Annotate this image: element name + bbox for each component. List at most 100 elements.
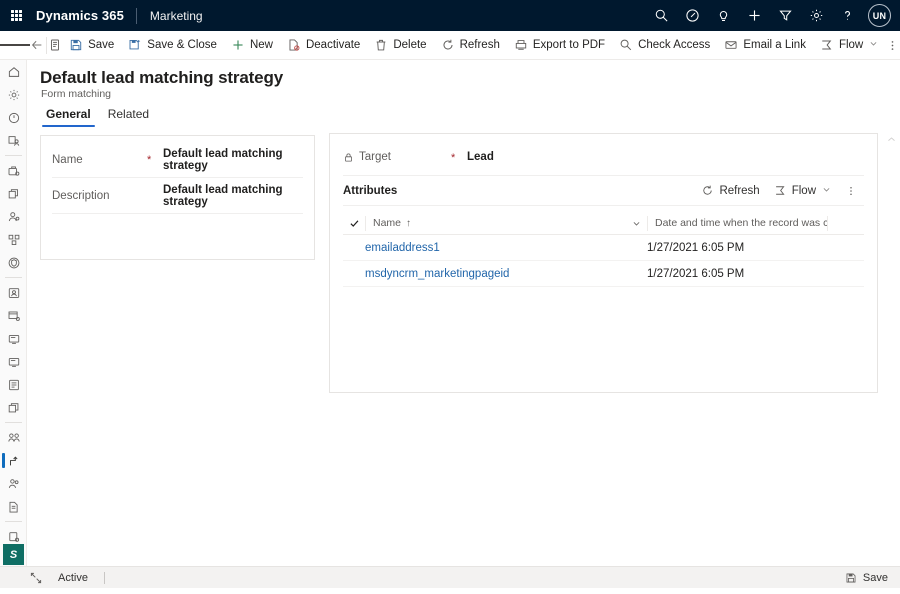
- sidebar-item-marketing-emails[interactable]: [0, 304, 27, 327]
- attributes-flow-button[interactable]: Flow: [767, 179, 838, 203]
- lightbulb-icon[interactable]: [708, 0, 739, 31]
- rail-divider: [5, 422, 22, 423]
- flow-icon: [774, 184, 787, 197]
- attributes-refresh-button[interactable]: Refresh: [694, 179, 766, 203]
- column-header-name[interactable]: Name ↑: [365, 216, 647, 231]
- rail-divider: [5, 155, 22, 156]
- status-save-button[interactable]: Save: [845, 572, 900, 584]
- new-button[interactable]: New: [224, 31, 280, 59]
- grid-header-spacer: [827, 216, 835, 231]
- row-name-link[interactable]: emailaddress1: [365, 242, 647, 254]
- sidebar-item-form-matching[interactable]: [0, 449, 27, 472]
- app-launcher-icon[interactable]: [0, 0, 32, 31]
- sidebar-item-marketing-pages-2[interactable]: [0, 350, 27, 373]
- sidebar-item-teams[interactable]: [0, 472, 27, 495]
- name-field-label: Name: [52, 154, 147, 166]
- scroll-up-indicator[interactable]: [886, 135, 897, 144]
- form-selector-button[interactable]: [47, 31, 62, 59]
- table-row[interactable]: emailaddress1 1/27/2021 6:05 PM: [343, 235, 864, 261]
- top-action-group: UN: [646, 0, 900, 31]
- lock-icon: [343, 152, 354, 163]
- refresh-button[interactable]: Refresh: [434, 31, 507, 59]
- flow-button[interactable]: Flow: [813, 31, 885, 59]
- attributes-more-commands-icon[interactable]: [838, 179, 864, 203]
- command-divider: [46, 37, 47, 54]
- site-map-hamburger-icon[interactable]: [0, 31, 30, 59]
- select-all-checkbox[interactable]: [343, 218, 365, 229]
- area-switcher-badge[interactable]: S: [3, 544, 24, 565]
- name-required-indicator: *: [147, 153, 163, 166]
- new-button-label: New: [250, 39, 273, 51]
- email-a-link-button[interactable]: Email a Link: [717, 31, 813, 59]
- expand-icon[interactable]: [30, 572, 42, 584]
- sidebar-item-templates[interactable]: [0, 396, 27, 419]
- tab-related[interactable]: Related: [102, 107, 155, 127]
- description-field-row: Description Default lead matching strate…: [52, 178, 303, 214]
- export-to-pdf-button[interactable]: Export to PDF: [507, 31, 612, 59]
- column-header-created-on[interactable]: Date and time when the record was create…: [647, 216, 827, 231]
- target-required-indicator: *: [451, 151, 467, 164]
- deactivate-button[interactable]: Deactivate: [280, 31, 367, 59]
- target-field-value[interactable]: Lead: [467, 151, 494, 163]
- attributes-card: Target * Lead Attributes Refresh: [329, 133, 878, 393]
- sidebar-item-reports[interactable]: [0, 495, 27, 518]
- save-button[interactable]: Save: [62, 31, 121, 59]
- refresh-icon: [701, 184, 714, 197]
- export-to-pdf-label: Export to PDF: [533, 39, 605, 51]
- filter-icon[interactable]: [770, 0, 801, 31]
- sidebar-item-recent[interactable]: [0, 106, 27, 129]
- search-icon[interactable]: [646, 0, 677, 31]
- assistant-icon[interactable]: [677, 0, 708, 31]
- sidebar-item-marketing-pages[interactable]: [0, 327, 27, 350]
- sidebar-item-settings[interactable]: [0, 83, 27, 106]
- status-badge: Active: [58, 572, 88, 584]
- email-a-link-label: Email a Link: [743, 39, 806, 51]
- rail-divider: [5, 277, 22, 278]
- brand-title[interactable]: Dynamics 365: [32, 8, 136, 23]
- row-name-link[interactable]: msdyncrm_marketingpageid: [365, 268, 647, 280]
- status-divider: [104, 572, 105, 584]
- name-field-value[interactable]: Default lead matching strategy: [163, 148, 303, 172]
- app-name-label[interactable]: Marketing: [137, 9, 203, 23]
- chevron-down-icon: [822, 185, 831, 197]
- delete-button[interactable]: Delete: [367, 31, 433, 59]
- description-required-indicator: [147, 195, 163, 197]
- check-access-button[interactable]: Check Access: [612, 31, 717, 59]
- check-access-label: Check Access: [638, 39, 710, 51]
- tab-general[interactable]: General: [40, 107, 97, 127]
- description-field-value[interactable]: Default lead matching strategy: [163, 184, 303, 208]
- sidebar-item-home[interactable]: [0, 60, 27, 83]
- waffle-grid: [11, 10, 22, 21]
- sidebar-item-segments[interactable]: [0, 228, 27, 251]
- magnifier-icon: [619, 38, 633, 52]
- attributes-refresh-label: Refresh: [719, 185, 759, 197]
- refresh-icon: [441, 38, 455, 52]
- refresh-button-label: Refresh: [460, 39, 500, 51]
- settings-gear-icon[interactable]: [801, 0, 832, 31]
- sidebar-item-subscription[interactable]: [0, 251, 27, 274]
- more-commands-icon[interactable]: [885, 31, 900, 59]
- sort-ascending-icon: ↑: [406, 218, 411, 229]
- sidebar-item-leads[interactable]: [0, 205, 27, 228]
- chevron-down-icon[interactable]: [632, 219, 647, 228]
- pdf-icon: [514, 38, 528, 52]
- sidebar-item-accounts[interactable]: [0, 159, 27, 182]
- help-question-icon[interactable]: [832, 0, 863, 31]
- flow-button-label: Flow: [839, 39, 863, 51]
- back-button[interactable]: [30, 31, 45, 59]
- sidebar-item-marketing-forms[interactable]: [0, 373, 27, 396]
- chevron-down-icon: [869, 39, 878, 51]
- rail-bottom-group: S: [0, 544, 27, 566]
- sidebar-item-social-posts[interactable]: [0, 426, 27, 449]
- attributes-flow-label: Flow: [792, 185, 816, 197]
- save-and-close-button[interactable]: Save & Close: [121, 31, 224, 59]
- sidebar-item-customer-journeys[interactable]: [0, 281, 27, 304]
- status-left-group: Active: [0, 572, 105, 584]
- avatar[interactable]: UN: [868, 4, 891, 27]
- add-icon[interactable]: [739, 0, 770, 31]
- sidebar-item-pinned[interactable]: [0, 129, 27, 152]
- page-subtitle: Form matching: [41, 88, 111, 100]
- sidebar-item-contacts[interactable]: [0, 182, 27, 205]
- table-row[interactable]: msdyncrm_marketingpageid 1/27/2021 6:05 …: [343, 261, 864, 287]
- attributes-grid: Name ↑ Date and time when the record was…: [343, 212, 864, 287]
